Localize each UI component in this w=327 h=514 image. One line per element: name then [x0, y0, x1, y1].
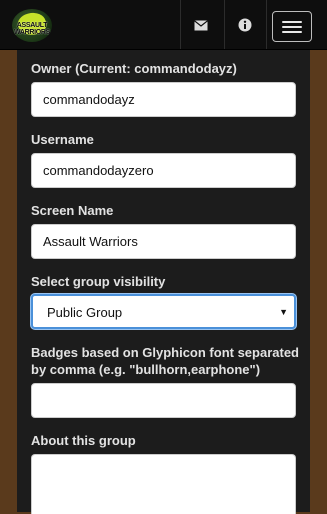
info-icon[interactable] [234, 14, 256, 36]
visibility-label: Select group visibility [31, 274, 166, 289]
visibility-selected-value: Public Group [47, 305, 123, 320]
nav-divider [224, 0, 225, 49]
hamburger-menu-icon[interactable] [272, 11, 312, 42]
top-navbar: ASSAULT WARRIORS [0, 0, 327, 50]
envelope-icon[interactable] [190, 14, 212, 36]
about-label: About this group [31, 433, 136, 448]
dropdown-arrow-icon: ▼ [279, 307, 288, 317]
owner-label: Owner (Current: commandodayz) [31, 61, 237, 76]
logo-text: ASSAULT WARRIORS [13, 22, 51, 36]
username-label: Username [31, 132, 94, 147]
about-textarea[interactable] [31, 454, 296, 514]
badges-input[interactable] [31, 383, 296, 418]
nav-divider [180, 0, 181, 49]
screen-name-input[interactable]: Assault Warriors [31, 224, 296, 259]
hamburger-bar [282, 21, 302, 23]
username-input[interactable]: commandodayzero [31, 153, 296, 188]
visibility-select[interactable]: Public Group ▼ [31, 294, 296, 329]
hamburger-bar [282, 31, 302, 33]
nav-divider [266, 0, 267, 49]
badges-label: Badges based on Glyphicon font separated… [31, 345, 299, 377]
hamburger-bar [282, 26, 302, 28]
brand-logo[interactable]: ASSAULT WARRIORS [12, 9, 52, 42]
owner-input[interactable]: commandodayz [31, 82, 296, 117]
screen-name-label: Screen Name [31, 203, 114, 218]
